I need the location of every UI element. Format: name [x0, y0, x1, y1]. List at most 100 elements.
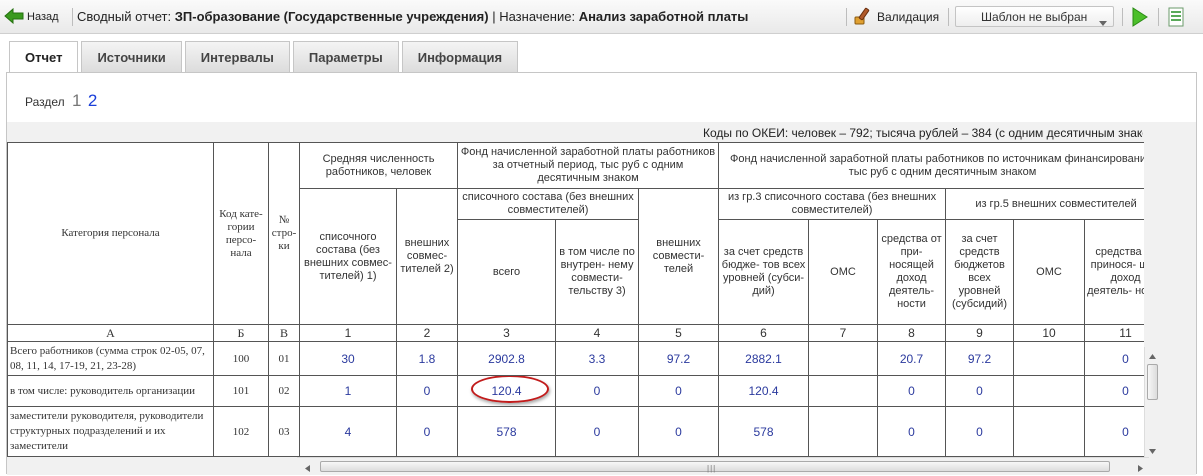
data-cell[interactable]: 578 — [457, 406, 557, 457]
toolbar-separator — [948, 8, 949, 26]
tab-information[interactable]: Информация — [401, 41, 519, 72]
index-cell: Б — [213, 324, 269, 342]
header-wage-fund: Фонд начисленной заработной платы работн… — [457, 142, 720, 189]
table-row: Всего работников (сумма строк 02-05, 07,… — [7, 341, 1144, 376]
data-cell[interactable]: 0 — [877, 406, 947, 457]
data-cell[interactable]: 1 — [299, 375, 397, 407]
scroll-right-icon[interactable] — [1136, 462, 1145, 472]
data-cell[interactable]: 0 — [395, 406, 459, 457]
header-g3-budget: за счет средств бюдже- тов всех уровней … — [718, 219, 810, 325]
template-select-value: Шаблон не выбран — [981, 9, 1088, 24]
data-cell[interactable]: 3.3 — [555, 341, 640, 376]
excel-export-icon — [1168, 7, 1186, 30]
column-index-row: А Б В 1 2 3 4 5 6 7 8 9 10 11 — [7, 324, 1144, 342]
scroll-left-icon[interactable] — [303, 462, 312, 472]
index-cell: 7 — [808, 324, 879, 342]
data-cell[interactable]: 4 — [299, 406, 397, 457]
run-button[interactable] — [1131, 7, 1149, 30]
header-from-col3: из гр.3 списочного состава (без внешних … — [718, 188, 947, 220]
header-fund-list-staff: списочного состава (без внешних совмести… — [457, 188, 640, 220]
data-cell[interactable] — [808, 406, 879, 457]
report-name: ЗП-образование (Государственные учрежден… — [174, 9, 489, 24]
section-label: Раздел — [25, 95, 65, 109]
data-cell[interactable]: 0 — [638, 375, 720, 407]
data-cell[interactable]: 2882.1 — [718, 341, 810, 376]
title-prefix: Сводный отчет: — [77, 9, 172, 24]
index-cell: 10 — [1013, 324, 1086, 342]
header-category-code: Код кате- гории персо- нала — [213, 142, 269, 325]
data-cell[interactable]: 578 — [718, 406, 810, 457]
template-select[interactable]: Шаблон не выбран — [955, 6, 1114, 27]
highlighted-cell[interactable]: 120.4 — [457, 375, 557, 407]
data-cell[interactable] — [808, 375, 879, 407]
index-cell: 9 — [945, 324, 1015, 342]
validate-button[interactable]: Валидация — [853, 6, 939, 28]
play-icon — [1131, 7, 1149, 30]
okei-note: Коды по ОКЕИ: человек – 792; тысяча рубл… — [703, 126, 1143, 140]
highlight-oval — [470, 376, 549, 403]
header-g5-income: средства от принося- щей доход деятель- … — [1084, 219, 1144, 325]
row-code: 101 — [213, 375, 269, 407]
scroll-down-icon[interactable] — [1148, 445, 1157, 454]
tab-report[interactable]: Отчет — [9, 41, 79, 73]
header-avg-list-staff: списочного состава (без внешних совмес- … — [299, 188, 397, 325]
export-excel-button[interactable] — [1168, 7, 1186, 30]
data-cell[interactable] — [1013, 406, 1086, 457]
data-cell[interactable]: 0 — [555, 375, 640, 407]
row-number: 01 — [268, 341, 300, 376]
header-g5-oms: ОМС — [1013, 219, 1086, 325]
index-cell: 4 — [555, 324, 640, 342]
horizontal-scroll-thumb[interactable]: ||| — [320, 461, 1110, 473]
tab-parameters[interactable]: Параметры — [292, 41, 399, 72]
report-table: Категория персонала Код кате- гории перс… — [7, 142, 1144, 457]
purpose-name: Анализ заработной платы — [578, 9, 749, 24]
vertical-scrollbar[interactable] — [1144, 347, 1159, 457]
header-g5-budget: за счет средств бюджетов всех уровней (с… — [945, 219, 1015, 325]
data-cell[interactable]: 20.7 — [877, 341, 947, 376]
data-cell[interactable]: 2902.8 — [457, 341, 557, 376]
data-cell[interactable]: 97.2 — [945, 341, 1015, 376]
header-fund-external: внешних совмести- телей — [638, 188, 720, 325]
data-cell[interactable]: 97.2 — [638, 341, 720, 376]
horizontal-scrollbar[interactable]: ||| — [297, 457, 1149, 474]
row-label: Всего работников (сумма строк 02-05, 07,… — [7, 341, 214, 376]
data-cell[interactable] — [808, 341, 879, 376]
data-cell[interactable]: 120.4 — [718, 375, 810, 407]
vertical-scroll-thumb[interactable] — [1147, 364, 1158, 400]
toolbar-separator — [1122, 8, 1123, 26]
tab-intervals[interactable]: Интервалы — [184, 41, 290, 72]
back-label: Назад — [27, 11, 59, 23]
validate-label: Валидация — [877, 10, 940, 24]
data-cell[interactable] — [1013, 341, 1086, 376]
data-cell[interactable]: 0 — [395, 375, 459, 407]
top-toolbar: Назад Сводный отчет: ЗП-образование (Гос… — [0, 0, 1203, 34]
data-cell[interactable]: 0 — [877, 375, 947, 407]
back-button[interactable]: Назад — [4, 7, 59, 27]
row-code: 100 — [213, 341, 269, 376]
data-cell[interactable]: 0 — [945, 375, 1015, 407]
scroll-up-icon[interactable] — [1148, 350, 1157, 359]
index-cell: 5 — [638, 324, 720, 342]
data-cell[interactable]: 0 — [638, 406, 720, 457]
index-cell: 11 — [1084, 324, 1144, 342]
data-cell[interactable]: 1.8 — [395, 341, 459, 376]
header-avg-count: Средняя численность работников, человек — [298, 142, 459, 189]
section-selector: Раздел 1 2 — [25, 91, 97, 111]
data-cell[interactable]: 0 — [945, 406, 1015, 457]
tab-bar: Отчет Источники Интервалы Параметры Инфо… — [9, 41, 519, 73]
data-cell[interactable]: 30 — [299, 341, 397, 376]
data-cell[interactable]: 0 — [555, 406, 640, 457]
report-grid: Категория персонала Код кате- гории перс… — [7, 142, 1144, 457]
scroll-grip-icon: ||| — [707, 464, 717, 473]
section-page-1[interactable]: 1 — [72, 91, 81, 110]
tab-sources[interactable]: Источники — [81, 41, 182, 72]
validation-icon — [853, 6, 873, 29]
section-page-2[interactable]: 2 — [88, 91, 97, 110]
data-cell[interactable]: 0 — [1084, 375, 1144, 407]
header-g3-income: средства от при- носящей доход деятель- … — [877, 219, 947, 325]
data-cell[interactable]: 0 — [1084, 406, 1144, 457]
data-cell[interactable]: 0 — [1084, 341, 1144, 376]
data-cell[interactable] — [1013, 375, 1086, 407]
toolbar-separator — [846, 8, 847, 26]
header-fund-internal: в том числе по внутрен- нему совмести- т… — [555, 219, 640, 325]
